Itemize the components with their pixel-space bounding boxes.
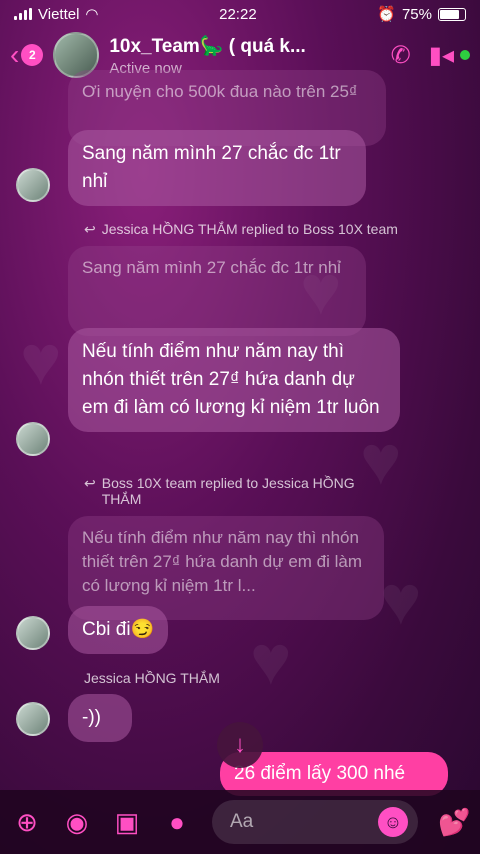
message-text: Nếu tính điểm như năm nay thì nhón thiết… (82, 341, 380, 418)
quoted-text: Nếu tính điểm như năm nay thì nhón thiết… (82, 528, 363, 595)
message-placeholder: Aa (230, 811, 254, 832)
chevron-left-icon: ‹ (10, 39, 20, 70)
message-text: -)) (82, 707, 101, 728)
quoted-message[interactable]: Nếu tính điểm như năm nay thì nhón thiết… (68, 516, 384, 620)
quoted-message[interactable]: Sang năm mình 27 chắc đc 1tr nhỉ (68, 246, 366, 336)
message-input[interactable]: Aa ☺ (212, 800, 418, 844)
sender-avatar[interactable] (16, 422, 50, 456)
message-text: Ơi nuyện cho 500k đua nào trên 25₫ (82, 82, 358, 101)
carrier: Viettel (38, 5, 80, 23)
sender-avatar[interactable] (16, 168, 50, 202)
sender-avatar[interactable] (16, 616, 50, 650)
message-text: Cbi đi😏 (82, 619, 155, 640)
reply-note-text: Jessica HỒNG THẮM replied to Boss 10X te… (101, 221, 398, 237)
microphone-icon[interactable]: ● (162, 807, 192, 838)
composer-bar: ⊕ ◉ ▣ ● Aa ☺ 💕 (0, 790, 480, 854)
message-bubble[interactable]: Cbi đi😏 (68, 606, 169, 654)
camera-icon[interactable]: ◉ (62, 807, 92, 838)
quoted-text: Sang năm mình 27 chắc đc 1tr nhỉ (82, 258, 341, 277)
video-camera-icon[interactable]: ▮◂ (429, 41, 454, 70)
reply-note: ↩ Boss 10X team replied to Jessica HỒNG … (84, 475, 364, 507)
battery-icon (438, 7, 466, 21)
hearts-reaction-icon[interactable]: 💕 (438, 807, 470, 838)
reply-note: ↩ Jessica HỒNG THẮM replied to Boss 10X … (84, 221, 398, 238)
plus-icon[interactable]: ⊕ (12, 807, 42, 838)
message-bubble[interactable]: -)) (68, 694, 132, 742)
status-bar: Viettel ◠ 22:22 ⏰ 75% (0, 0, 480, 28)
arrow-down-icon: ↓ (234, 731, 246, 758)
alarm-icon: ⏰ (377, 6, 396, 23)
online-indicator (460, 50, 470, 60)
message-text: Sang năm mình 27 chắc đc 1tr nhỉ (82, 143, 341, 192)
emoji-icon[interactable]: ☺ (378, 807, 408, 837)
back-button[interactable]: ‹ 2 (10, 39, 44, 71)
battery-percent: 75% (401, 5, 432, 23)
message-bubble[interactable]: Sang năm mình 27 chắc đc 1tr nhỉ (68, 130, 366, 206)
sender-name: Jessica HỒNG THẮM (84, 670, 220, 686)
scroll-to-bottom-button[interactable]: ↓ (217, 722, 263, 768)
sender-avatar[interactable] (16, 702, 50, 736)
image-icon[interactable]: ▣ (112, 807, 142, 838)
clock: 22:22 (219, 5, 257, 23)
reply-arrow-icon: ↩ (84, 475, 96, 491)
message-text: 26 điểm lấy 300 nhé (234, 763, 406, 784)
signal-icon (14, 8, 32, 20)
phone-icon[interactable]: ✆ (391, 41, 411, 70)
message-bubble[interactable]: Nếu tính điểm như năm nay thì nhón thiết… (68, 328, 400, 432)
reply-note-text: Boss 10X team replied to Jessica HỒNG TH… (101, 475, 355, 507)
chat-title: 10x_Team🦕 ( quá k... (109, 35, 306, 57)
reply-arrow-icon: ↩ (84, 221, 96, 237)
wifi-icon: ◠ (85, 6, 99, 23)
unread-badge: 2 (21, 44, 44, 66)
